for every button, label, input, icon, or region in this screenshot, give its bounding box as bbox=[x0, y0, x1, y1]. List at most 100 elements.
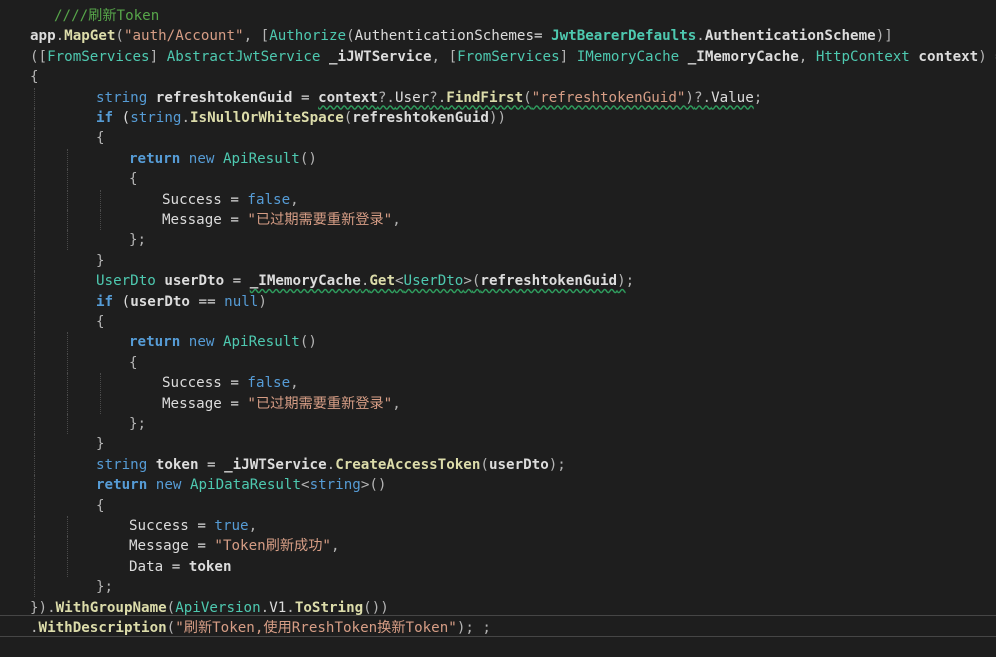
code-token: string bbox=[130, 110, 182, 126]
code-text: } bbox=[96, 434, 105, 454]
code-token: ?. bbox=[693, 89, 712, 106]
code-token: UserDto bbox=[96, 273, 156, 290]
indent-guide bbox=[67, 148, 68, 169]
code-text: if (string.IsNullOrWhiteSpace(refreshtok… bbox=[96, 108, 506, 128]
code-editor[interactable]: ////刷新Token app.MapGet("auth/Account", [A… bbox=[0, 0, 996, 657]
code-token: , bbox=[290, 191, 299, 208]
code-token: = bbox=[221, 395, 248, 412]
code-token: )] bbox=[875, 28, 893, 45]
code-token: >() bbox=[360, 477, 387, 494]
code-token: = bbox=[224, 273, 250, 290]
code-token: AbstractJwtService bbox=[166, 48, 321, 65]
code-token: refreshtokenGuid bbox=[352, 110, 489, 126]
code-token: ( bbox=[166, 620, 176, 636]
code-line[interactable]: Data = token bbox=[0, 556, 996, 577]
code-token: app bbox=[30, 28, 56, 45]
code-line[interactable]: Message = "已过期需要重新登录", bbox=[0, 393, 996, 414]
code-text: { bbox=[96, 128, 105, 148]
code-token: , bbox=[392, 395, 401, 412]
code-token: ; bbox=[625, 273, 635, 290]
code-token: "已过期需要重新登录" bbox=[247, 212, 393, 228]
code-token: ) bbox=[258, 293, 267, 310]
indent-guide bbox=[34, 352, 35, 373]
code-token: }; bbox=[129, 416, 147, 432]
code-line[interactable]: } bbox=[0, 434, 996, 455]
code-token: ) => bbox=[978, 48, 996, 65]
code-token: { bbox=[96, 497, 105, 514]
code-line[interactable]: app.MapGet("auth/Account", [Authorize(Au… bbox=[0, 26, 996, 46]
indent-guide bbox=[34, 495, 35, 516]
code-text: Success = false, bbox=[162, 190, 299, 210]
code-token: true bbox=[214, 518, 249, 534]
code-token: CreateAccessToken bbox=[335, 456, 481, 473]
code-line[interactable]: string refreshtokenGuid = context?.User?… bbox=[0, 87, 996, 108]
code-line[interactable]: { bbox=[0, 67, 996, 87]
code-line[interactable]: { bbox=[0, 169, 996, 190]
code-line[interactable]: ([FromServices] AbstractJwtService _iJWT… bbox=[0, 47, 996, 67]
code-line[interactable]: }).WithGroupName(ApiVersion.V1.ToString(… bbox=[0, 598, 996, 618]
code-token: _iJWTService bbox=[328, 48, 432, 65]
code-token: . bbox=[286, 599, 295, 616]
code-line[interactable]: { bbox=[0, 312, 996, 332]
code-token: token bbox=[188, 558, 232, 575]
indent-guide bbox=[67, 352, 68, 373]
code-token: _IMemoryCache bbox=[249, 273, 361, 290]
code-line[interactable]: return new ApiResult() bbox=[0, 148, 996, 169]
indent-guide bbox=[34, 87, 35, 108]
code-line[interactable]: return new ApiDataResult<string>() bbox=[0, 475, 996, 496]
code-line[interactable]: Success = false, bbox=[0, 373, 996, 394]
code-line[interactable]: .WithDescription("刷新Token,使用RreshToken换新… bbox=[0, 618, 996, 638]
code-token: Success bbox=[162, 191, 222, 208]
code-line[interactable]: string token = _iJWTService.CreateAccess… bbox=[0, 454, 996, 475]
indent-guide bbox=[34, 210, 35, 230]
code-text: string token = _iJWTService.CreateAccess… bbox=[96, 455, 566, 475]
code-token: AuthenticationSchemes= bbox=[354, 28, 552, 45]
code-line[interactable]: }; bbox=[0, 577, 996, 598]
code-token: , [ bbox=[431, 48, 458, 65]
code-token: Message bbox=[129, 538, 189, 555]
code-token: }). bbox=[30, 599, 56, 616]
code-text: }; bbox=[129, 230, 146, 250]
code-text: Data = token bbox=[129, 557, 232, 577]
code-token: context bbox=[318, 89, 378, 106]
code-token: ?. bbox=[429, 89, 447, 106]
code-token: ApiDataResult bbox=[189, 477, 302, 494]
code-token: return bbox=[129, 334, 181, 351]
indent-guide bbox=[100, 210, 101, 230]
code-token: new bbox=[188, 150, 215, 167]
indent-guide bbox=[34, 536, 35, 557]
indent-guide bbox=[100, 373, 101, 394]
code-text: Message = "已过期需要重新登录", bbox=[162, 394, 401, 414]
code-token: Success bbox=[129, 518, 189, 534]
code-line[interactable]: Message = "Token刷新成功", bbox=[0, 536, 996, 557]
code-token: < bbox=[301, 477, 310, 494]
code-line[interactable]: return new ApiResult() bbox=[0, 332, 996, 353]
code-token: = bbox=[188, 518, 215, 534]
code-line[interactable]: Success = true, bbox=[0, 516, 996, 536]
code-line[interactable]: { bbox=[0, 495, 996, 516]
indent-guide bbox=[34, 312, 35, 332]
code-line[interactable]: if (string.IsNullOrWhiteSpace(refreshtok… bbox=[0, 108, 996, 128]
code-line[interactable]: ////刷新Token bbox=[0, 6, 996, 26]
code-line[interactable]: { bbox=[0, 352, 996, 373]
code-token: "refreshtokenGuid" bbox=[531, 89, 686, 106]
code-token: ( bbox=[113, 293, 131, 310]
indent-guide bbox=[67, 230, 68, 251]
code-token: ApiResult bbox=[222, 334, 300, 351]
code-line[interactable]: }; bbox=[0, 414, 996, 434]
indent-guide bbox=[34, 250, 35, 271]
code-line[interactable]: if (userDto == null) bbox=[0, 291, 996, 312]
code-line[interactable]: UserDto userDto = _IMemoryCache.Get<User… bbox=[0, 271, 996, 292]
code-line[interactable]: Success = false, bbox=[0, 189, 996, 210]
code-line[interactable]: { bbox=[0, 128, 996, 149]
code-token: _iJWTService bbox=[224, 456, 327, 473]
code-token: userDto bbox=[164, 273, 225, 290]
code-line[interactable]: Message = "已过期需要重新登录", bbox=[0, 210, 996, 230]
code-text: { bbox=[96, 496, 105, 516]
code-token: Value bbox=[711, 89, 754, 106]
code-token: = bbox=[163, 558, 189, 575]
code-line[interactable]: } bbox=[0, 250, 996, 271]
code-token: ApiResult bbox=[222, 150, 300, 167]
code-token: if bbox=[96, 110, 114, 126]
code-line[interactable]: }; bbox=[0, 230, 996, 251]
